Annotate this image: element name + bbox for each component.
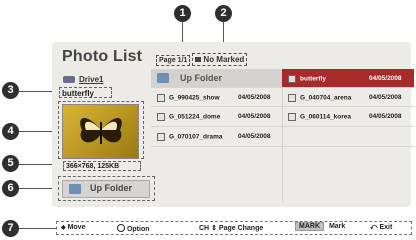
ch-updown-icon: ⇕ xyxy=(211,225,217,232)
butterfly-image xyxy=(80,117,122,144)
page-title: Photo List xyxy=(62,48,143,65)
checkbox-icon[interactable] xyxy=(157,113,165,121)
move-hint: ◆ Move xyxy=(61,224,85,231)
option-label: Option xyxy=(126,226,150,233)
item-date: 04/05/2008 xyxy=(369,94,402,101)
grid-item-butterfly[interactable]: butterfly xyxy=(288,75,326,83)
item-name: G_990425_show xyxy=(169,94,220,102)
row-divider xyxy=(151,87,414,88)
item-date: 04/05/2008 xyxy=(369,75,402,82)
callout-3: 3 xyxy=(2,82,19,99)
image-info: 366×768, 125KB xyxy=(63,161,141,171)
grid-up-folder[interactable]: Up Folder xyxy=(180,73,222,83)
mark-icon xyxy=(195,57,202,63)
up-folder-icon xyxy=(157,73,169,83)
item-date: 04/05/2008 xyxy=(369,113,402,120)
mark-label: Mark xyxy=(328,223,346,230)
callout-2: 2 xyxy=(215,5,232,22)
up-folder-icon xyxy=(69,184,81,194)
bottom-help-bar: ◆ Move Option CH ⇕ Page Change MARK Mark… xyxy=(56,221,412,235)
selected-file-name: butterfly xyxy=(59,87,112,98)
list-item[interactable]: G_040704_arena xyxy=(288,94,351,102)
row-divider xyxy=(151,106,414,107)
mark-key: MARK xyxy=(295,222,324,231)
item-name: butterfly xyxy=(300,75,326,83)
list-item[interactable]: G_060114_korea xyxy=(288,113,351,121)
list-item[interactable]: G_990425_show xyxy=(157,94,220,102)
item-name: G_070107_drama xyxy=(169,133,223,141)
nav-arrows-icon: ◆ xyxy=(61,225,66,231)
option-hint: Option xyxy=(117,224,150,233)
usb-drive-icon xyxy=(63,76,75,84)
page-change-hint: CH ⇕ Page Change xyxy=(199,224,263,232)
item-date: 04/05/2008 xyxy=(238,113,271,120)
row-divider xyxy=(151,126,414,127)
checkbox-icon[interactable] xyxy=(288,75,296,83)
marked-status: No Marked xyxy=(192,53,248,66)
exit-hint: ⤺ Exit xyxy=(370,224,392,232)
up-folder-label: Up Folder xyxy=(90,183,132,193)
item-name: G_040704_arena xyxy=(300,94,352,102)
exit-label: Exit xyxy=(379,224,393,231)
page-status: Page 1/1 No Marked xyxy=(156,53,248,66)
checkbox-icon[interactable] xyxy=(157,94,165,102)
move-label: Move xyxy=(67,224,86,231)
item-date: 04/05/2008 xyxy=(238,133,271,140)
list-item[interactable]: G_051224_dome xyxy=(157,113,220,121)
callout-1: 1 xyxy=(174,5,191,22)
column-divider xyxy=(282,87,283,202)
drive-label: Drive1 xyxy=(79,75,104,84)
mark-hint: MARK Mark xyxy=(295,222,346,231)
callout-6: 6 xyxy=(2,180,19,197)
item-name: G_060114_korea xyxy=(300,113,351,121)
item-name: G_051224_dome xyxy=(169,113,221,121)
return-icon: ⤺ xyxy=(370,224,378,231)
list-item[interactable]: G_070107_drama xyxy=(157,133,223,141)
checkbox-icon[interactable] xyxy=(288,113,296,121)
callout-4: 4 xyxy=(2,123,19,140)
row-divider xyxy=(151,146,414,147)
callout-7-line xyxy=(19,228,57,229)
page-indicator: Page 1/1 xyxy=(156,55,191,66)
option-icon xyxy=(117,224,125,232)
checkbox-icon[interactable] xyxy=(288,94,296,102)
marked-status-text: No Marked xyxy=(203,55,245,64)
ch-key: CH xyxy=(199,225,210,232)
drive-selector[interactable]: Drive1 xyxy=(63,75,103,84)
item-date: 04/05/2008 xyxy=(238,94,271,101)
checkbox-icon[interactable] xyxy=(157,133,165,141)
callout-7: 7 xyxy=(2,220,19,237)
page-change-label: Page Change xyxy=(218,225,264,232)
callout-5: 5 xyxy=(2,155,19,172)
